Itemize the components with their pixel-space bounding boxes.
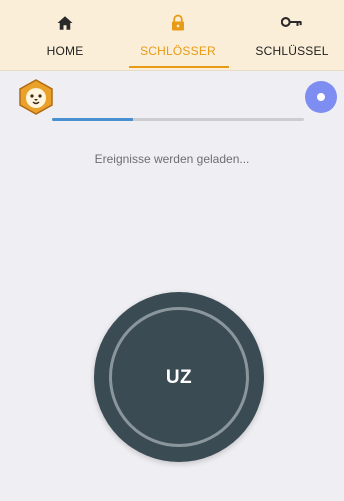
active-tab-indicator xyxy=(129,66,229,68)
top-navigation: HOME SCHLÖSSER SCHLÜSSEL xyxy=(0,0,344,71)
tab-keys[interactable]: SCHLÜSSEL xyxy=(235,0,344,70)
tab-keys-label: SCHLÜSSEL xyxy=(255,44,329,58)
tab-locks[interactable]: SCHLÖSSER xyxy=(121,0,235,70)
loading-progress-fill xyxy=(52,118,133,121)
lion-avatar-icon[interactable] xyxy=(17,78,55,116)
loading-progress xyxy=(52,118,304,121)
key-icon xyxy=(235,14,344,34)
tab-home[interactable]: HOME xyxy=(8,0,122,70)
status-dot-icon[interactable] xyxy=(305,81,337,113)
home-icon xyxy=(8,14,122,34)
tab-home-label: HOME xyxy=(46,44,84,58)
lock-icon xyxy=(121,14,235,34)
lock-button-label: UZ xyxy=(165,367,193,388)
loading-message: Ereignisse werden geladen... xyxy=(94,152,250,166)
lock-toggle-button[interactable]: UZ xyxy=(94,292,264,462)
tab-locks-label: SCHLÖSSER xyxy=(140,44,216,58)
